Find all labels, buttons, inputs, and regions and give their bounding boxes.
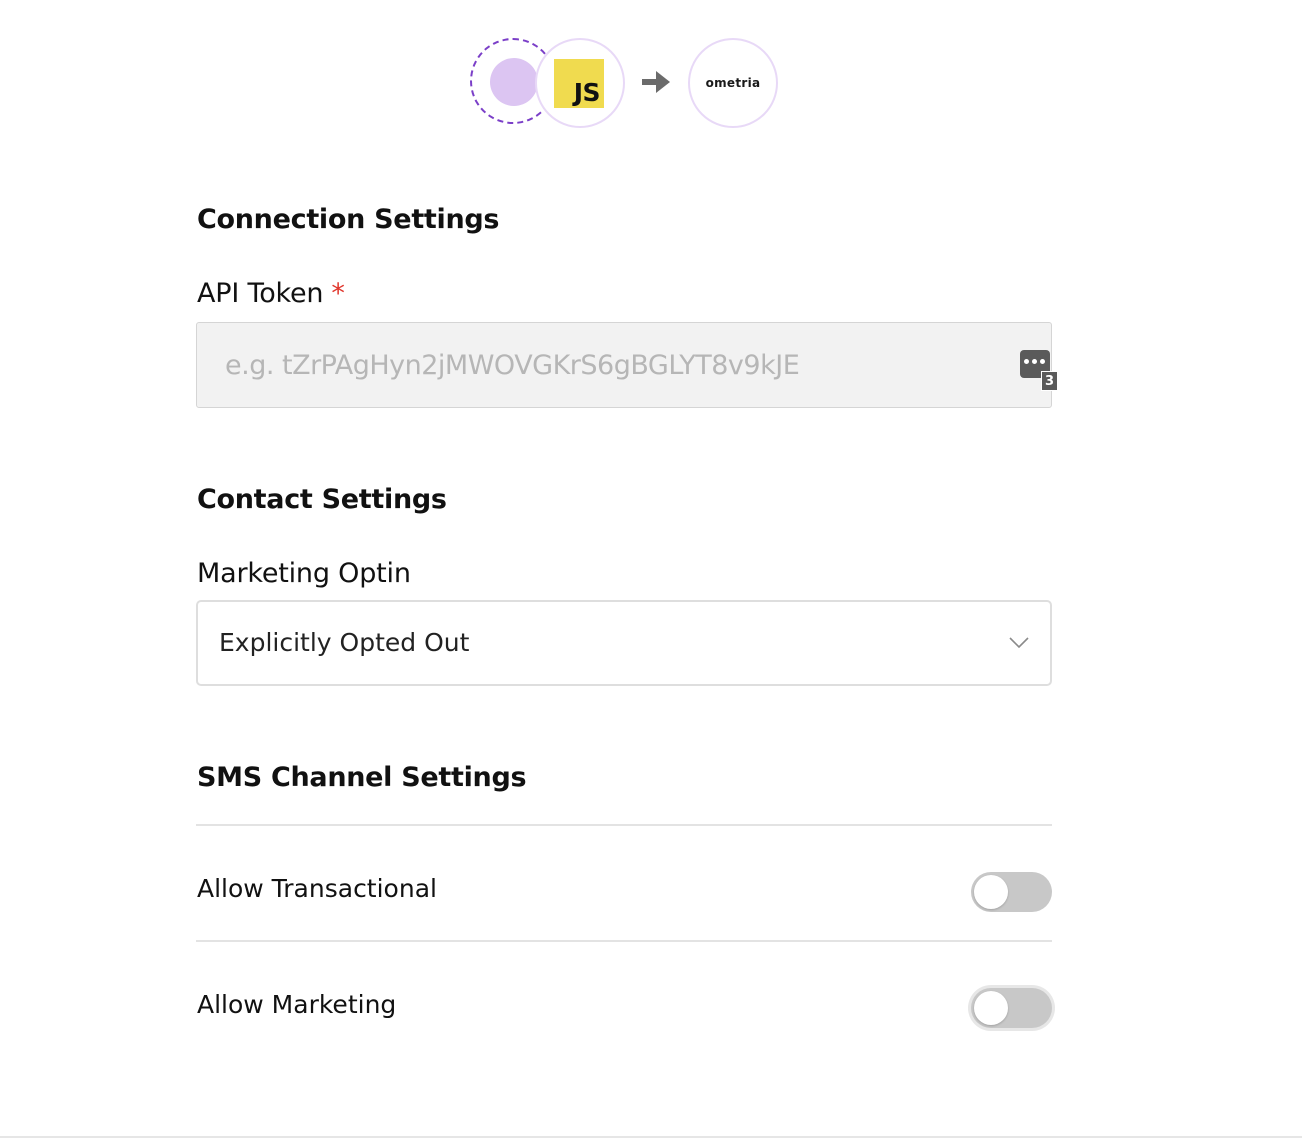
integration-flow-header: JS ometria — [0, 0, 1302, 160]
api-token-input[interactable] — [197, 323, 1051, 407]
chevron-down-icon — [1009, 637, 1029, 649]
bottom-divider — [0, 1136, 1302, 1138]
allow-marketing-toggle[interactable] — [971, 988, 1052, 1028]
toggle-knob — [974, 875, 1008, 909]
arrow-right-icon — [642, 71, 670, 93]
allow-transactional-toggle[interactable] — [971, 872, 1052, 912]
password-manager-count-badge: 3 — [1041, 371, 1058, 391]
connection-settings-title: Connection Settings — [197, 204, 500, 235]
marketing-optin-selected-value: Explicitly Opted Out — [219, 628, 470, 657]
required-star: * — [331, 278, 345, 309]
divider — [196, 940, 1052, 942]
circle-placeholder-icon — [490, 58, 538, 106]
contact-settings-title: Contact Settings — [197, 484, 447, 515]
destination-logo-circle: ometria — [688, 38, 778, 128]
marketing-optin-select[interactable]: Explicitly Opted Out — [196, 600, 1052, 686]
api-token-field[interactable]: 3 — [196, 322, 1058, 408]
api-token-label-text: API Token — [197, 278, 324, 309]
allow-marketing-label: Allow Marketing — [197, 990, 397, 1019]
toggle-knob — [974, 991, 1008, 1025]
ometria-logo: ometria — [705, 76, 761, 90]
divider — [196, 824, 1052, 826]
sms-channel-settings-title: SMS Channel Settings — [197, 762, 527, 793]
api-token-label: API Token * — [197, 276, 345, 312]
javascript-icon: JS — [554, 59, 604, 108]
marketing-optin-label: Marketing Optin — [197, 558, 411, 589]
allow-transactional-label: Allow Transactional — [197, 874, 437, 903]
